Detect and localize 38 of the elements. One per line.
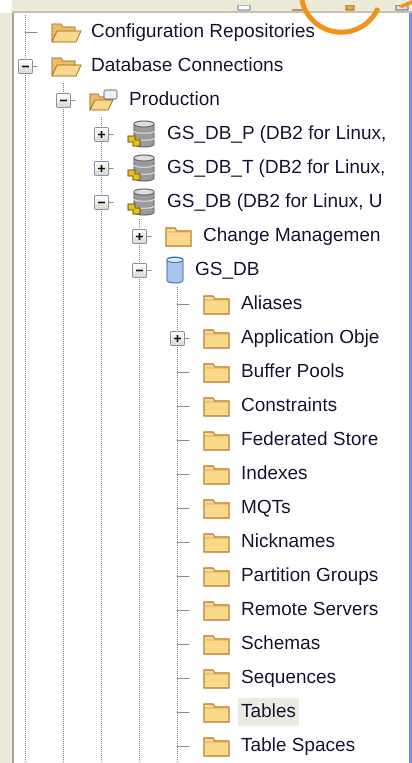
plus-icon — [173, 334, 182, 343]
tree-item[interactable]: Buffer Pools — [238, 358, 348, 386]
tree-item[interactable]: Tables — [238, 698, 299, 726]
tree-item[interactable]: GS_DB_P (DB2 for Linux, — [164, 120, 390, 148]
tree-item[interactable]: Indexes — [238, 460, 311, 488]
collapse-button[interactable] — [94, 195, 109, 210]
cylinder-icon — [164, 256, 186, 284]
toolbar-icon[interactable] — [345, 5, 355, 11]
collapse-button[interactable] — [18, 59, 33, 74]
tree-item[interactable]: Aliases — [238, 290, 306, 318]
expand-button[interactable] — [94, 127, 109, 142]
plus-icon — [135, 232, 144, 241]
tree-item[interactable]: Schemas — [238, 630, 324, 658]
tree-item[interactable]: Partition Groups — [238, 562, 382, 590]
plus-icon — [97, 164, 106, 173]
tree-item[interactable]: Remote Servers — [238, 596, 382, 624]
folder-window-icon — [88, 88, 120, 112]
expand-button[interactable] — [132, 229, 147, 244]
expand-button[interactable] — [170, 331, 185, 346]
tree-item[interactable]: Database Connections — [88, 52, 286, 80]
collapse-button[interactable] — [132, 263, 147, 278]
tree-item[interactable]: GS_DB — [192, 256, 262, 284]
tree-item[interactable]: Production — [126, 86, 223, 114]
tree-item[interactable]: Nicknames — [238, 528, 338, 556]
tree-item[interactable]: Sequences — [238, 664, 340, 692]
tree-item[interactable]: Configuration Repositories — [88, 18, 318, 46]
tree-item[interactable]: Federated Store — [238, 426, 382, 454]
tree-item[interactable]: GS_DB (DB2 for Linux, U — [164, 188, 386, 216]
plus-icon — [97, 130, 106, 139]
tree-item[interactable]: MQTs — [238, 494, 294, 522]
tree-item[interactable]: GS_DB_T (DB2 for Linux, — [164, 154, 388, 182]
tree-item[interactable]: Change Managemen — [200, 222, 384, 250]
collapse-button[interactable] — [56, 93, 71, 108]
tree-item[interactable]: Table Spaces — [238, 732, 358, 760]
toolbar-icon[interactable] — [237, 5, 251, 11]
expand-button[interactable] — [94, 161, 109, 176]
tree-item[interactable]: Application Obje — [238, 324, 382, 352]
tree-item[interactable]: Constraints — [238, 392, 340, 420]
